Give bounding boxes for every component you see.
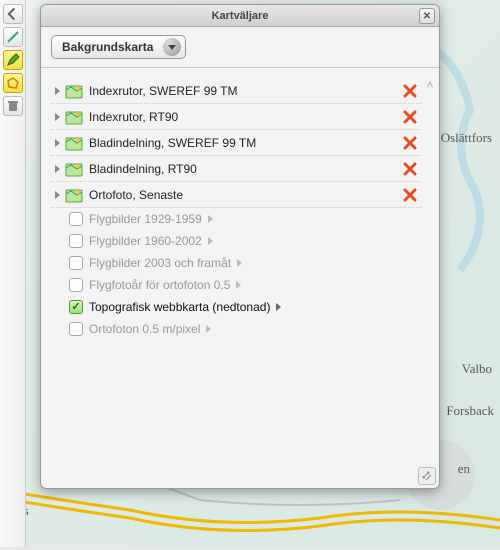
remove-layer-button[interactable] (403, 110, 417, 124)
layer-item[interactable]: Bladindelning, RT90 (51, 156, 421, 182)
expand-icon[interactable] (236, 281, 241, 289)
dropdown-label: Bakgrundskarta (62, 40, 153, 54)
remove-layer-button[interactable] (403, 136, 417, 150)
scroll-up-icon[interactable]: ˄ (426, 78, 433, 92)
scrollbar[interactable]: ˄ ˅ (425, 78, 435, 478)
layer-label: Ortofoto, Senaste (89, 188, 403, 202)
layer-label: Indexrutor, SWEREF 99 TM (89, 84, 403, 98)
layer-checkbox[interactable] (69, 300, 83, 314)
layer-map-icon (65, 187, 83, 203)
expand-icon[interactable] (276, 303, 281, 311)
layer-checkbox[interactable] (69, 256, 83, 270)
layer-list: Indexrutor, SWEREF 99 TM Indexrutor, RT9… (41, 68, 439, 488)
close-button[interactable]: ✕ (419, 8, 435, 24)
sublayer-label: Flygbilder 2003 och framåt (89, 256, 231, 270)
layer-item[interactable]: Bladindelning, SWEREF 99 TM (51, 130, 421, 156)
layer-label: Bladindelning, SWEREF 99 TM (89, 136, 403, 150)
layer-map-icon (65, 161, 83, 177)
sublayer-label: Flygbilder 1960-2002 (89, 234, 202, 248)
expand-icon[interactable] (55, 113, 60, 121)
layer-item[interactable]: Indexrutor, SWEREF 99 TM (51, 78, 421, 104)
layer-map-icon (65, 83, 83, 99)
sublayer-label: Flygbilder 1929-1959 (89, 212, 202, 226)
sublayer-item[interactable]: Topografisk webbkarta (nedtonad) (51, 296, 421, 318)
layer-item[interactable]: Indexrutor, RT90 (51, 104, 421, 130)
sublayer-item[interactable]: Flygfotoår för ortofoton 0.5 (51, 274, 421, 296)
polygon-tool-button[interactable] (3, 73, 23, 93)
layer-label: Bladindelning, RT90 (89, 162, 403, 176)
layer-chooser-panel: Kartväljare ✕ Bakgrundskarta Indexrutor,… (40, 4, 440, 489)
remove-layer-button[interactable] (403, 188, 417, 202)
layer-item[interactable]: Ortofoto, Senaste (51, 182, 421, 208)
dropdown-row: Bakgrundskarta (41, 27, 439, 68)
panel-title: Kartväljare (212, 10, 269, 22)
map-place-label: Valbo (462, 361, 492, 377)
panel-titlebar[interactable]: Kartväljare ✕ (41, 5, 439, 27)
expand-icon[interactable] (55, 165, 60, 173)
resize-handle[interactable] (418, 467, 436, 485)
expand-icon[interactable] (206, 325, 211, 333)
layer-map-icon (65, 135, 83, 151)
map-place-label: Forsback (446, 403, 494, 419)
layer-map-icon (65, 109, 83, 125)
expand-icon[interactable] (55, 191, 60, 199)
expand-icon[interactable] (208, 215, 213, 223)
layer-label: Indexrutor, RT90 (89, 110, 403, 124)
expand-icon[interactable] (208, 237, 213, 245)
map-place-label: Oslättfors (441, 130, 492, 146)
sublayer-label: Topografisk webbkarta (nedtonad) (89, 300, 270, 314)
sublayer-item[interactable]: Ortofoton 0.5 m/pixel (51, 318, 421, 340)
sublayer-label: Flygfotoår för ortofoton 0.5 (89, 278, 230, 292)
delete-tool-button[interactable] (3, 96, 23, 116)
map-place-label: en (458, 461, 470, 477)
background-map-dropdown[interactable]: Bakgrundskarta (51, 35, 186, 59)
edit-tool-button[interactable] (3, 50, 23, 70)
line-tool-button[interactable] (3, 27, 23, 47)
collapse-left-button[interactable] (3, 4, 23, 24)
layer-checkbox[interactable] (69, 234, 83, 248)
remove-layer-button[interactable] (403, 84, 417, 98)
layer-checkbox[interactable] (69, 212, 83, 226)
expand-icon[interactable] (237, 259, 242, 267)
left-toolbar (0, 0, 26, 547)
chevron-down-icon (163, 38, 181, 56)
expand-icon[interactable] (55, 87, 60, 95)
sublayer-item[interactable]: Flygbilder 1929-1959 (51, 208, 421, 230)
sublayer-item[interactable]: Flygbilder 1960-2002 (51, 230, 421, 252)
sublayer-item[interactable]: Flygbilder 2003 och framåt (51, 252, 421, 274)
layer-checkbox[interactable] (69, 278, 83, 292)
expand-icon[interactable] (55, 139, 60, 147)
sublayer-label: Ortofoton 0.5 m/pixel (89, 322, 200, 336)
layer-checkbox[interactable] (69, 322, 83, 336)
remove-layer-button[interactable] (403, 162, 417, 176)
close-icon: ✕ (423, 11, 431, 22)
